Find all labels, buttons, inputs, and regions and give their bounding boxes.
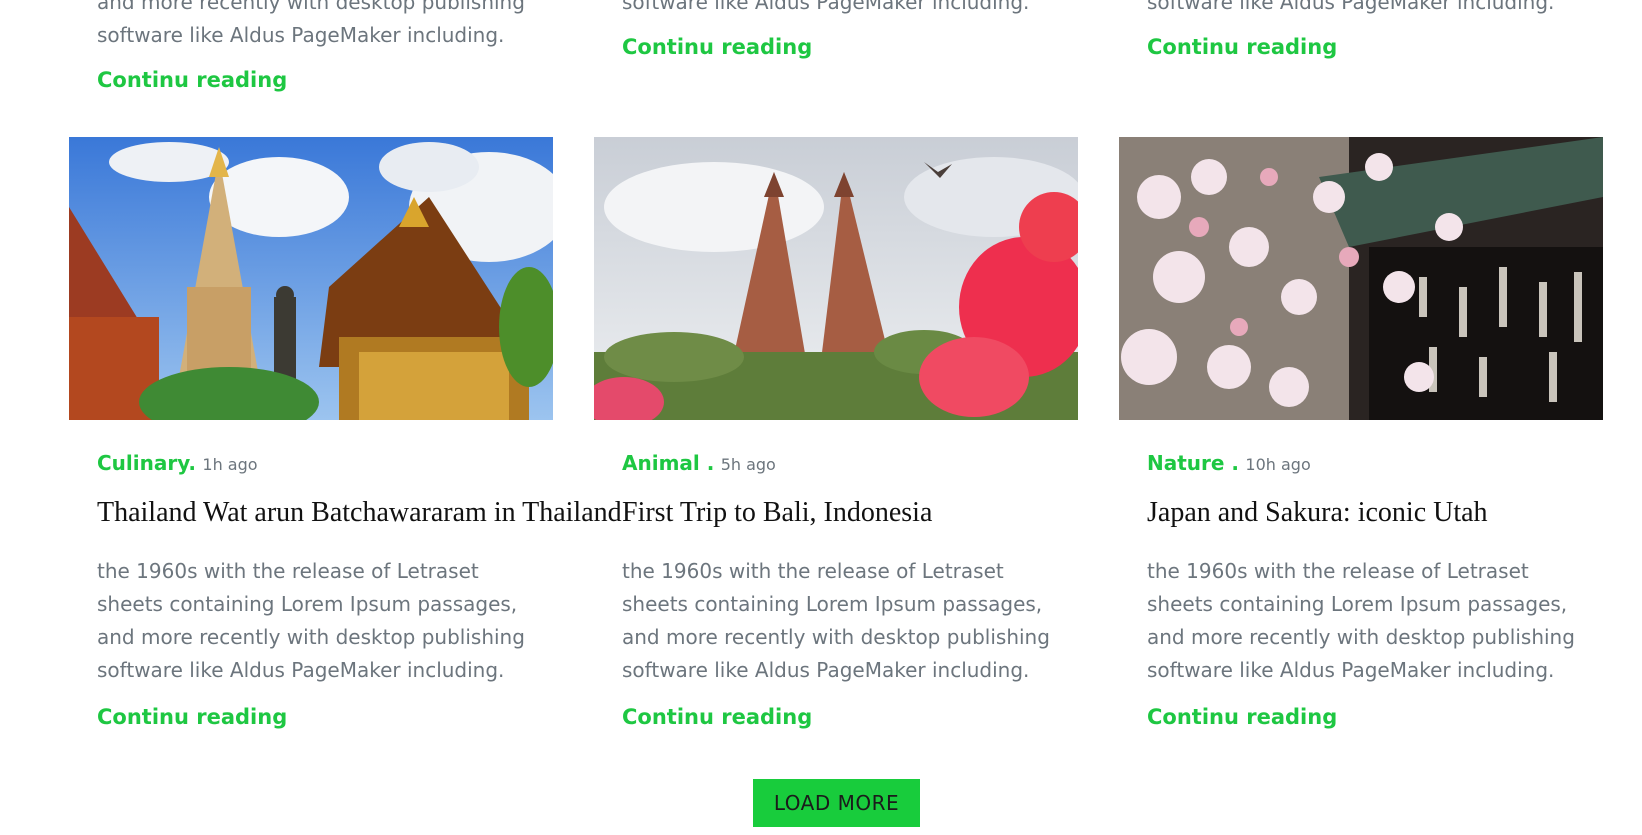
thai-temple-photo [69, 137, 553, 420]
post-title[interactable]: First Trip to Bali, Indonesia [622, 496, 1078, 530]
bali-gate-photo [594, 137, 1078, 420]
prev-excerpt-line: software like Aldus PageMaker including. [97, 23, 505, 47]
prev-excerpt-line: software like Aldus PageMaker including. [1147, 0, 1555, 14]
post-card-thailand: Culinary. 1h ago Thailand Wat arun Batch… [69, 137, 622, 729]
continue-reading-link[interactable]: Continu reading [97, 68, 525, 92]
post-excerpt: the 1960s with the release of Letraset s… [1147, 559, 1575, 682]
prev-card-3: software like Aldus PageMaker including.… [1147, 0, 1554, 59]
post-title[interactable]: Thailand Wat arun Batchawararam in Thail… [97, 496, 622, 530]
prev-card-2: software like Aldus PageMaker including.… [622, 0, 1029, 59]
category-label[interactable]: Animal . [622, 451, 714, 475]
post-meta: Nature . 10h ago [1147, 451, 1603, 477]
load-more-button[interactable]: LOAD MORE [753, 779, 920, 827]
post-excerpt: the 1960s with the release of Letraset s… [622, 559, 1050, 682]
prev-excerpt-line: software like Aldus PageMaker including. [622, 0, 1030, 14]
post-meta: Culinary. 1h ago [97, 451, 553, 477]
post-card-japan: Nature . 10h ago Japan and Sakura: iconi… [1119, 137, 1603, 729]
category-label[interactable]: Culinary. [97, 451, 196, 475]
sakura-image[interactable] [1119, 137, 1603, 420]
continue-reading-link[interactable]: Continu reading [1147, 35, 1554, 59]
continue-reading-link[interactable]: Continu reading [97, 705, 553, 729]
bali-gate-image[interactable] [594, 137, 1078, 420]
post-time: 5h ago [720, 455, 776, 474]
post-time: 1h ago [202, 455, 258, 474]
post-title[interactable]: Japan and Sakura: iconic Utah [1147, 496, 1603, 530]
prev-card-1: and more recently with desktop publishin… [97, 0, 525, 92]
post-excerpt: the 1960s with the release of Letraset s… [97, 559, 525, 682]
thai-temple-image[interactable] [69, 137, 553, 420]
post-meta: Animal . 5h ago [622, 451, 1078, 477]
post-card-bali: Animal . 5h ago First Trip to Bali, Indo… [594, 137, 1078, 729]
category-label[interactable]: Nature . [1147, 451, 1239, 475]
continue-reading-link[interactable]: Continu reading [622, 35, 1029, 59]
continue-reading-link[interactable]: Continu reading [1147, 705, 1603, 729]
post-time: 10h ago [1245, 455, 1311, 474]
continue-reading-link[interactable]: Continu reading [622, 705, 1078, 729]
sakura-photo [1119, 137, 1603, 420]
prev-excerpt-line: and more recently with desktop publishin… [97, 0, 525, 14]
